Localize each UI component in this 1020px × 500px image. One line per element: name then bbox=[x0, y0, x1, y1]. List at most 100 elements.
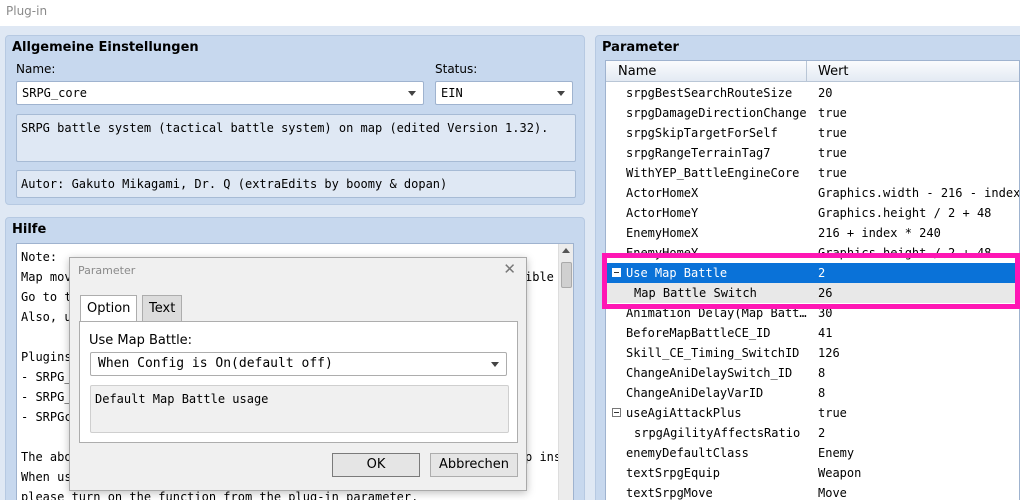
help-line: Map mov bbox=[21, 270, 72, 284]
param-value: Weapon bbox=[818, 466, 862, 480]
param-name: EnemyHomeX bbox=[626, 226, 699, 240]
param-name: WithYEP_BattleEngineCore bbox=[626, 166, 800, 180]
general-settings-title: Allgemeine Einstellungen bbox=[12, 40, 199, 55]
close-icon[interactable]: ✕ bbox=[503, 260, 516, 278]
chevron-down-icon bbox=[491, 362, 499, 367]
parameter-description: Default Map Battle usage bbox=[90, 385, 509, 433]
param-name: useAgiAttackPlus bbox=[626, 406, 742, 420]
param-name: ActorHomeY bbox=[626, 206, 699, 220]
param-name: EnemyHomeY bbox=[626, 246, 699, 260]
use-map-battle-value: When Config is On(default off) bbox=[98, 356, 333, 371]
ok-button[interactable]: OK bbox=[332, 453, 420, 477]
table-row[interactable]: enemyDefaultClass Enemy bbox=[606, 443, 1019, 463]
param-value: 2 bbox=[818, 426, 826, 440]
name-select-value: SRPG_core bbox=[22, 86, 88, 100]
scroll-up-icon[interactable] bbox=[562, 248, 570, 253]
help-line: Plugins bbox=[21, 350, 72, 364]
name-select[interactable]: SRPG_core bbox=[16, 81, 424, 105]
param-value: Graphics.height / 2 + 48 bbox=[818, 246, 992, 260]
table-row[interactable]: ActorHomeX Graphics.width - 216 - index * bbox=[606, 183, 1020, 203]
dialog-title: Parameter bbox=[78, 264, 136, 277]
param-name: Skill_CE_Timing_SwitchID bbox=[626, 346, 800, 360]
table-row[interactable]: ActorHomeY Graphics.height / 2 + 48 bbox=[606, 203, 1019, 223]
help-line: - SRPG_ bbox=[21, 370, 72, 384]
table-row[interactable]: ChangeAniDelaySwitch_ID 8 bbox=[606, 363, 1019, 383]
help-line: Go to t bbox=[21, 290, 72, 304]
cancel-button[interactable]: Abbrechen bbox=[430, 453, 518, 477]
plugin-author: Autor: Gakuto Mikagami, Dr. Q (extraEdit… bbox=[16, 170, 576, 198]
param-value: true bbox=[818, 166, 847, 180]
parameter-grid[interactable]: Name Wert srpgBestSearchRouteSize 20 srpg… bbox=[605, 60, 1020, 500]
param-name: BeforeMapBattleCE_ID bbox=[626, 326, 771, 340]
use-map-battle-select[interactable]: When Config is On(default off) bbox=[90, 352, 507, 376]
param-name: Map Battle Switch bbox=[634, 286, 757, 300]
param-value: Enemy bbox=[818, 446, 855, 460]
param-value: 30 bbox=[818, 306, 833, 320]
param-value: true bbox=[818, 146, 847, 160]
table-row[interactable]: useAgiAttackPlus true bbox=[606, 403, 1019, 423]
table-row[interactable]: BeforeMapBattleCE_ID 41 bbox=[606, 323, 1019, 343]
chevron-down-icon bbox=[408, 91, 416, 96]
table-row[interactable]: ChangeAniDelayVarID 8 bbox=[606, 383, 1019, 403]
table-row[interactable]: srpgDamageDirectionChange true bbox=[606, 103, 1019, 123]
param-name: enemyDefaultClass bbox=[626, 446, 749, 460]
grid-header: Name Wert bbox=[606, 61, 1019, 82]
param-name: srpgAgilityAffectsRatio bbox=[634, 426, 801, 440]
param-value: Graphics.width - 216 - index * bbox=[818, 186, 1020, 200]
column-header-value[interactable]: Wert bbox=[818, 64, 849, 79]
help-line-fragment: ible bbox=[525, 270, 554, 284]
param-value: 26 bbox=[818, 286, 833, 300]
param-name: srpgRangeTerrainTag7 bbox=[626, 146, 771, 160]
table-row[interactable]: Map Battle Switch 26 bbox=[606, 283, 1019, 303]
window-title: Plug-in bbox=[0, 0, 1020, 26]
table-row[interactable]: textSrpgMove Move bbox=[606, 483, 1019, 500]
help-line: Also, u bbox=[21, 310, 72, 324]
help-line: The abo bbox=[21, 450, 72, 464]
column-header-name[interactable]: Name bbox=[618, 64, 656, 79]
table-row[interactable]: Animation Delay(Map Batt… 30 bbox=[606, 303, 1019, 323]
table-row[interactable]: srpgAgilityAffectsRatio 2 bbox=[606, 423, 1019, 443]
scroll-thumb[interactable] bbox=[561, 262, 572, 288]
collapse-icon[interactable] bbox=[612, 268, 621, 277]
status-label: Status: bbox=[435, 62, 478, 76]
table-row[interactable]: WithYEP_BattleEngineCore true bbox=[606, 163, 1019, 183]
table-row[interactable]: srpgBestSearchRouteSize 20 bbox=[606, 83, 1019, 103]
param-value: 8 bbox=[818, 366, 826, 380]
plugin-description: SRPG battle system (tactical battle syst… bbox=[16, 114, 576, 162]
param-name: srpgBestSearchRouteSize bbox=[626, 86, 793, 100]
param-value: true bbox=[818, 126, 847, 140]
help-line: When us bbox=[21, 470, 72, 484]
help-line: please turn on the function from the plu… bbox=[21, 490, 419, 500]
column-separator[interactable] bbox=[806, 61, 807, 82]
table-row[interactable]: Skill_CE_Timing_SwitchID 126 bbox=[606, 343, 1019, 363]
tab-text[interactable]: Text bbox=[142, 295, 183, 321]
table-row[interactable]: textSrpgEquip Weapon bbox=[606, 463, 1019, 483]
field-label: Use Map Battle: bbox=[89, 333, 193, 348]
status-select-value: EIN bbox=[441, 86, 463, 100]
param-name: textSrpgEquip bbox=[626, 466, 720, 480]
table-row[interactable]: srpgSkipTargetForSelf true bbox=[606, 123, 1019, 143]
param-name: ActorHomeX bbox=[626, 186, 699, 200]
help-line-fragment: p ins bbox=[525, 450, 562, 464]
param-name: textSrpgMove bbox=[626, 486, 713, 500]
tab-content: Use Map Battle: When Config is On(defaul… bbox=[79, 321, 518, 443]
param-value: true bbox=[818, 406, 847, 420]
table-row[interactable]: EnemyHomeY Graphics.height / 2 + 48 bbox=[606, 243, 1019, 263]
param-name: srpgDamageDirectionChange bbox=[626, 106, 807, 120]
param-value: 126 bbox=[818, 346, 840, 360]
status-select[interactable]: EIN bbox=[435, 81, 573, 105]
collapse-icon[interactable] bbox=[612, 408, 621, 417]
help-line: - SRPGc bbox=[21, 410, 72, 424]
help-scrollbar[interactable] bbox=[558, 244, 573, 500]
table-row-selected[interactable]: Use Map Battle 2 bbox=[606, 263, 1019, 283]
param-value: true bbox=[818, 106, 847, 120]
param-value: Graphics.height / 2 + 48 bbox=[818, 206, 992, 220]
param-name: ChangeAniDelaySwitch_ID bbox=[626, 366, 793, 380]
param-value: 8 bbox=[818, 386, 826, 400]
tab-option[interactable]: Option bbox=[80, 295, 138, 323]
param-name: Animation Delay(Map Batt… bbox=[626, 306, 807, 320]
table-row[interactable]: EnemyHomeX 216 + index * 240 bbox=[606, 223, 1019, 243]
param-name: srpgSkipTargetForSelf bbox=[626, 126, 778, 140]
table-row[interactable]: srpgRangeTerrainTag7 true bbox=[606, 143, 1019, 163]
param-value: 216 + index * 240 bbox=[818, 226, 941, 240]
